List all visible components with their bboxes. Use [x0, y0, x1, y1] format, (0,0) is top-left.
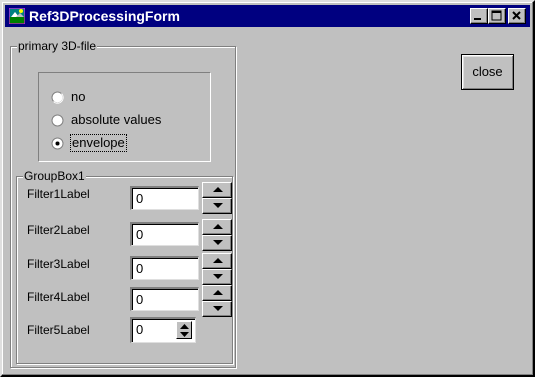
arrow-up-icon: [213, 224, 223, 229]
filter5-input[interactable]: 0: [136, 322, 143, 338]
filter4-spin-up-button[interactable]: [202, 285, 232, 301]
filter1-spin-up-button[interactable]: [202, 182, 232, 198]
filter3-spin-down-button[interactable]: [202, 269, 232, 285]
arrow-up-icon: [213, 187, 223, 192]
filter2-spin-up-button[interactable]: [202, 219, 232, 235]
filter3-input[interactable]: 0: [130, 256, 199, 280]
close-window-icon: [512, 11, 521, 20]
close-button[interactable]: close: [461, 54, 514, 90]
radio-label-envelope: envelope: [70, 134, 127, 152]
form-window: Ref3DProcessingForm primary 3D-file no a…: [0, 0, 535, 377]
radio-panel: no absolute values envelope: [38, 72, 211, 162]
maximize-icon: [491, 10, 502, 21]
filter4-spinner[interactable]: [202, 285, 232, 317]
radio-option-no[interactable]: no: [51, 89, 201, 107]
filter1-label: Filter1Label: [27, 187, 90, 201]
filter5-spin-button[interactable]: [176, 321, 192, 339]
filter5-spin-edit[interactable]: 0: [130, 317, 196, 343]
filter4-spin-down-button[interactable]: [202, 301, 232, 317]
arrow-down-icon: [213, 274, 223, 279]
minimize-icon: [474, 18, 481, 20]
radio-option-envelope[interactable]: envelope: [51, 134, 201, 153]
radio-option-absolute-values[interactable]: absolute values: [51, 112, 201, 130]
filter3-label: Filter3Label: [27, 257, 90, 271]
radio-absolute-values-icon[interactable]: [51, 114, 64, 127]
filter1-input[interactable]: 0: [130, 186, 199, 210]
arrow-down-icon: [213, 240, 223, 245]
maximize-button[interactable]: [488, 8, 506, 24]
radio-label-no: no: [71, 89, 86, 104]
radio-no-icon[interactable]: [51, 91, 64, 104]
filter4-label: Filter4Label: [27, 290, 90, 304]
minimize-button[interactable]: [470, 8, 488, 24]
title-bar[interactable]: Ref3DProcessingForm: [5, 5, 530, 27]
primary-3d-file-caption: primary 3D-file: [17, 39, 98, 53]
radio-envelope-icon[interactable]: [51, 137, 64, 150]
filter5-label: Filter5Label: [27, 323, 90, 337]
arrow-up-icon: [213, 258, 223, 263]
close-window-button[interactable]: [508, 8, 526, 24]
up-down-arrows-icon: [180, 324, 189, 337]
filter1-spinner[interactable]: [202, 182, 232, 214]
arrow-up-icon: [213, 290, 223, 295]
filter2-input[interactable]: 0: [130, 222, 199, 246]
filter1-spin-down-button[interactable]: [202, 198, 232, 214]
window-title: Ref3DProcessingForm: [29, 8, 180, 24]
filter2-spinner[interactable]: [202, 219, 232, 251]
app-icon: [8, 7, 26, 25]
filter2-label: Filter2Label: [27, 223, 90, 237]
filter3-spin-up-button[interactable]: [202, 253, 232, 269]
arrow-down-icon: [213, 203, 223, 208]
radio-label-absolute-values: absolute values: [71, 112, 162, 127]
filter-groupbox-caption: GroupBox1: [23, 169, 86, 183]
filter4-input[interactable]: 0: [130, 287, 199, 311]
filter2-spin-down-button[interactable]: [202, 235, 232, 251]
arrow-down-icon: [213, 306, 223, 311]
filter3-spinner[interactable]: [202, 253, 232, 285]
